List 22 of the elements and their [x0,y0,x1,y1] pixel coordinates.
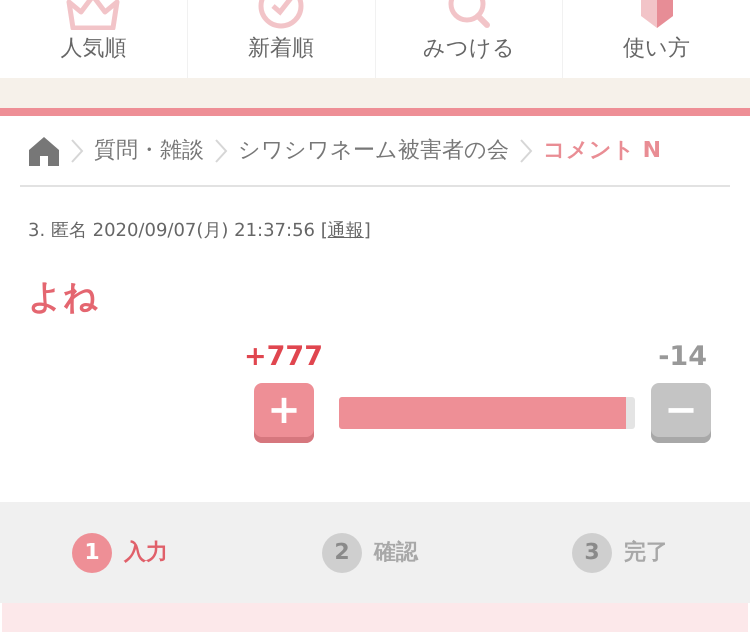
minus-count: -14 [658,343,707,373]
step-number: 3 [572,532,612,572]
step-label: 完了 [624,539,668,567]
step-number: 2 [322,532,362,572]
step-number: 1 [72,532,112,572]
breadcrumb-link[interactable]: 質問・雑談 [94,134,204,167]
breadcrumb-link[interactable]: シワシワネーム被害者の会 [238,134,509,167]
step-label: 入力 [124,539,168,567]
chevron-icon [214,138,228,164]
nav-tab[interactable]: 使い方 [623,38,690,60]
chevron-icon [519,138,533,164]
comment-meta: 3. 匿名 2020/09/07(月) 21:37:56 [ [28,220,328,241]
nav-tab[interactable]: 新着順 [248,38,314,60]
nav-tab[interactable]: みつける [422,38,515,60]
step-label: 確認 [374,539,418,567]
comment-body: よね [27,276,99,319]
home-icon[interactable] [28,136,60,166]
plus-count: +777 [244,343,323,373]
bracket-text: ] [364,220,371,241]
report-link[interactable]: 通報 [328,220,364,241]
chevron-icon [70,138,84,164]
nav-tab[interactable]: 人気順 [60,38,126,60]
